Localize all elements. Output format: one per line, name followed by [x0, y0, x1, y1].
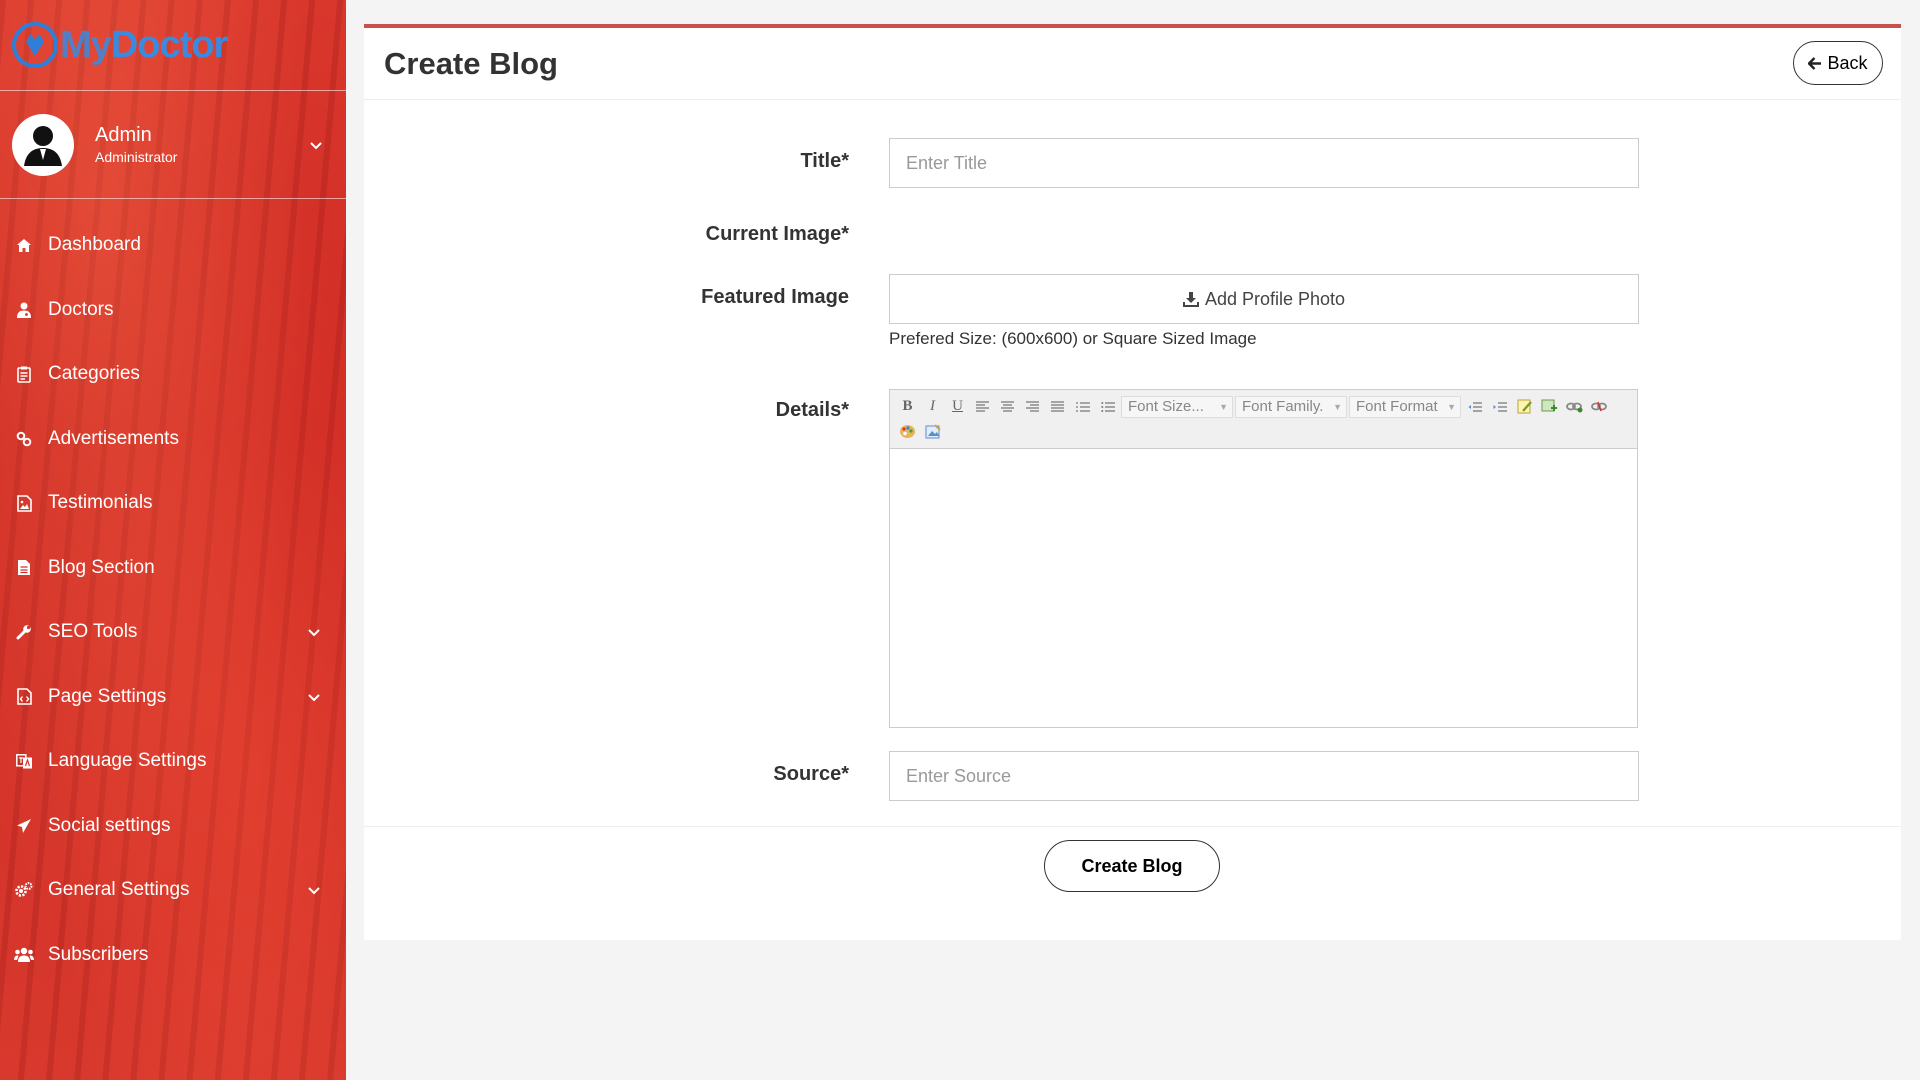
user-panel[interactable]: Admin Administrator: [0, 91, 346, 199]
align-left-icon[interactable]: [971, 396, 994, 418]
ordered-list-icon[interactable]: [1071, 396, 1094, 418]
sidebar-item-page-settings[interactable]: Page Settings: [0, 665, 346, 730]
align-center-icon[interactable]: [996, 396, 1019, 418]
align-justify-icon[interactable]: [1046, 396, 1069, 418]
chevron-down-icon: [308, 689, 320, 705]
add-profile-photo-button[interactable]: Add Profile Photo: [889, 274, 1639, 324]
upload-size-hint: Prefered Size: (600x600) or Square Sized…: [889, 329, 1257, 348]
edit-html-icon[interactable]: [1513, 396, 1536, 418]
sidebar-item-general-settings[interactable]: General Settings: [0, 858, 346, 923]
chevron-down-icon[interactable]: [310, 137, 322, 153]
home-icon: [14, 235, 34, 255]
user-md-icon: [14, 300, 34, 320]
color-palette-icon[interactable]: [896, 421, 919, 443]
avatar: [12, 113, 74, 176]
form-footer: Create Blog: [364, 826, 1901, 892]
font-format-select[interactable]: Font Format ▼: [1349, 395, 1461, 418]
current-image-label: Current Image*: [705, 223, 849, 245]
italic-icon[interactable]: I: [921, 396, 944, 418]
underline-icon[interactable]: U: [946, 396, 969, 418]
details-label: Details*: [775, 399, 849, 421]
user-name: Admin: [95, 124, 152, 146]
chevron-down-icon: [308, 624, 320, 640]
file-code-icon: [14, 687, 34, 707]
sidebar-item-dashboard[interactable]: Dashboard: [0, 213, 346, 278]
bold-icon[interactable]: B: [896, 396, 919, 418]
source-label: Source*: [773, 763, 849, 785]
cogs-icon: [14, 880, 34, 900]
editor-toolbar: B I U Font Size... ▼ Font Family. ▼ Font F…: [890, 390, 1637, 449]
sidebar-item-blog-section[interactable]: Blog Section: [0, 536, 346, 601]
upload-image-icon[interactable]: [921, 421, 944, 443]
download-icon: [1182, 291, 1199, 307]
user-role: Administrator: [95, 149, 178, 165]
user-avatar-icon: [24, 125, 62, 166]
sidebar: MyDoctor Admin Administrator Dashboard D…: [0, 0, 346, 1080]
editor-content-area[interactable]: [890, 449, 1637, 727]
title-label: Title*: [800, 150, 849, 172]
remove-link-icon[interactable]: [1588, 396, 1611, 418]
title-input[interactable]: [889, 138, 1639, 188]
chevron-down-icon: [308, 882, 320, 898]
insert-link-icon[interactable]: [1563, 396, 1586, 418]
paper-plane-icon: [14, 816, 34, 836]
sidebar-item-subscribers[interactable]: Subscribers: [0, 923, 346, 988]
users-icon: [14, 945, 34, 965]
featured-image-label: Featured Image: [701, 286, 849, 308]
font-family-select[interactable]: Font Family. ▼: [1235, 395, 1347, 418]
sidebar-item-language-settings[interactable]: Language Settings: [0, 729, 346, 794]
sidebar-nav: Dashboard Doctors Categories Advertiseme…: [0, 199, 346, 987]
brand-name: MyDoctor: [60, 23, 228, 66]
sidebar-item-categories[interactable]: Categories: [0, 342, 346, 407]
sidebar-item-social-settings[interactable]: Social settings: [0, 794, 346, 859]
link-icon: [14, 429, 34, 449]
logo-heart-icon: [12, 22, 58, 68]
sidebar-item-testimonials[interactable]: Testimonials: [0, 471, 346, 536]
file-icon: [14, 558, 34, 578]
align-right-icon[interactable]: [1021, 396, 1044, 418]
back-button[interactable]: Back: [1793, 41, 1883, 85]
insert-image-icon[interactable]: [1538, 396, 1561, 418]
arrow-left-icon: [1808, 56, 1822, 70]
image-icon: [14, 493, 34, 513]
outdent-icon[interactable]: [1463, 396, 1486, 418]
brand-logo[interactable]: MyDoctor: [0, 0, 346, 91]
language-icon: [14, 751, 34, 771]
unordered-list-icon[interactable]: [1096, 396, 1119, 418]
card-header: Create Blog Back: [364, 28, 1901, 100]
create-blog-card: Create Blog Back Title* Current Image* F…: [364, 24, 1901, 940]
sidebar-item-seo-tools[interactable]: SEO Tools: [0, 600, 346, 665]
create-blog-button[interactable]: Create Blog: [1044, 840, 1220, 892]
font-size-select[interactable]: Font Size... ▼: [1121, 395, 1233, 418]
indent-icon[interactable]: [1488, 396, 1511, 418]
sidebar-item-doctors[interactable]: Doctors: [0, 278, 346, 343]
sidebar-item-advertisements[interactable]: Advertisements: [0, 407, 346, 472]
page-title: Create Blog: [384, 45, 558, 81]
wrench-icon: [14, 622, 34, 642]
rich-text-editor: B I U Font Size... ▼ Font Family. ▼ Font F…: [889, 389, 1638, 728]
clipboard-icon: [14, 364, 34, 384]
source-input[interactable]: [889, 751, 1639, 801]
